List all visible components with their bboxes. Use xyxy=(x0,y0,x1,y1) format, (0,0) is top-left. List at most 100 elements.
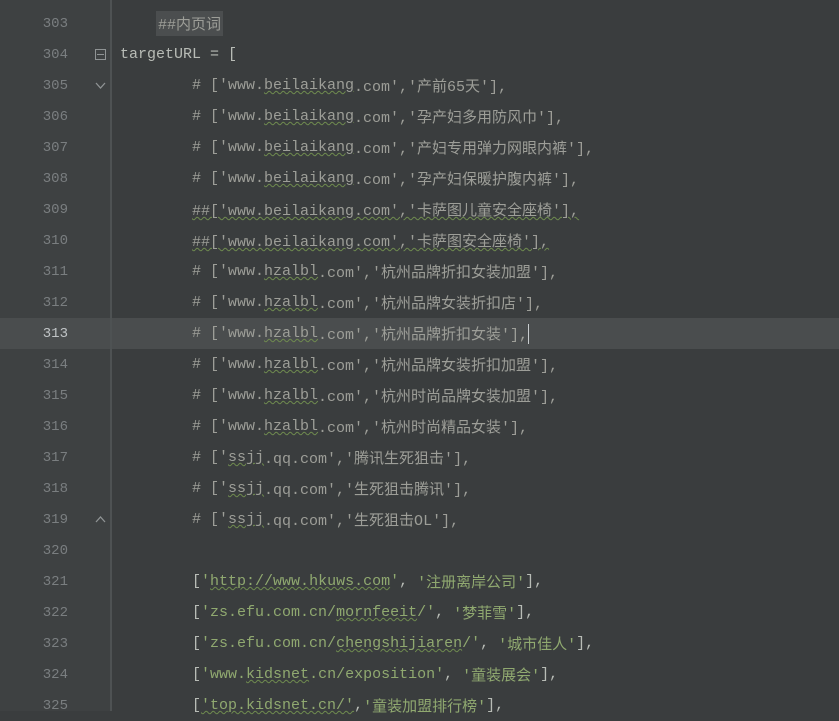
line-number: 309 xyxy=(0,194,110,225)
code-token: hzalbl xyxy=(264,263,318,280)
code-token: [ xyxy=(192,666,201,683)
code-line[interactable]: # ['ssjj.qq.com','生死狙击腾讯'], xyxy=(112,473,839,504)
line-number: 322 xyxy=(0,597,110,628)
code-line[interactable]: # ['www.hzalbl.com','杭州品牌女装折扣店'], xyxy=(112,287,839,318)
text-caret xyxy=(528,324,529,344)
line-number: 312 xyxy=(0,287,110,318)
code-token: beilaikang xyxy=(264,139,354,156)
code-token: ssjj xyxy=(228,449,264,466)
code-line[interactable]: ##内页词 xyxy=(112,8,839,39)
code-token: beilaikang xyxy=(264,77,354,94)
code-token: .com','杭州品牌女装折扣店'], xyxy=(318,292,543,313)
code-token: /' xyxy=(417,604,435,621)
code-token: # [' xyxy=(192,511,228,528)
code-line[interactable]: # ['www.beilaikang.com','孕产妇保暖护腹内裤'], xyxy=(112,163,839,194)
code-token: kidsnet xyxy=(246,666,309,683)
code-line[interactable]: # ['www.beilaikang.com','孕产妇多用防风巾'], xyxy=(112,101,839,132)
code-token: ], xyxy=(540,666,558,683)
code-line[interactable]: # ['ssjj.qq.com','腾讯生死狙击'], xyxy=(112,442,839,473)
fold-collapse-up-icon[interactable] xyxy=(94,513,107,526)
code-token: , xyxy=(480,635,498,652)
line-number: 310 xyxy=(0,225,110,256)
code-token: hzalbl xyxy=(264,387,318,404)
code-token: .qq.com','生死狙击腾讯'], xyxy=(264,478,471,499)
code-token: targetURL xyxy=(120,46,210,63)
code-token: , xyxy=(354,697,363,714)
code-editor[interactable]: 3033043053063073083093103113123133143153… xyxy=(0,0,839,711)
code-line[interactable]: ##['www.beilaikang.com','卡萨图儿童安全座椅'], xyxy=(112,194,839,225)
code-token: , xyxy=(435,604,453,621)
code-token: , xyxy=(399,573,417,590)
code-token: '城市佳人' xyxy=(498,633,576,654)
line-number: 311 xyxy=(0,256,110,287)
fold-expand-down-icon[interactable] xyxy=(94,79,107,92)
code-line[interactable]: # ['www.hzalbl.com','杭州时尚精品女装'], xyxy=(112,411,839,442)
code-line[interactable]: # ['www.hzalbl.com','杭州品牌折扣女装'], xyxy=(112,318,839,349)
code-token: .com','杭州时尚精品女装'], xyxy=(318,416,528,437)
code-token: [ xyxy=(192,573,201,590)
code-line[interactable]: # ['www.hzalbl.com','杭州品牌女装折扣加盟'], xyxy=(112,349,839,380)
code-token: ##['www.beilaikang.com','卡萨图儿童安全座椅'], xyxy=(192,199,579,220)
code-line[interactable]: # ['www.beilaikang.com','产前65天'], xyxy=(112,70,839,101)
code-token: '注册离岸公司' xyxy=(417,571,525,592)
code-token: http://www.hkuws.com xyxy=(210,573,390,590)
code-token: .com','产妇专用弹力网眼内裤'], xyxy=(354,137,594,158)
code-line[interactable]: # ['ssjj.qq.com','生死狙击OL'], xyxy=(112,504,839,535)
line-number: 303 xyxy=(0,8,110,39)
code-token: ##['www.beilaikang.com','卡萨图安全座椅'], xyxy=(192,230,549,251)
code-token: # ['www. xyxy=(192,294,264,311)
code-token: 'zs.efu.com.cn/ xyxy=(201,635,336,652)
code-token: = xyxy=(210,46,228,63)
code-token: # ['www. xyxy=(192,263,264,280)
code-token: # ['www. xyxy=(192,325,264,342)
code-token: # ['www. xyxy=(192,77,264,94)
line-number: 316 xyxy=(0,411,110,442)
code-token: .qq.com','生死狙击OL'], xyxy=(264,509,459,530)
code-line[interactable]: ['zs.efu.com.cn/mornfeeit/', '梦菲雪'], xyxy=(112,597,839,628)
code-token: [ xyxy=(192,635,201,652)
code-token: 'www. xyxy=(201,666,246,683)
line-number: 325 xyxy=(0,690,110,721)
line-number: 314 xyxy=(0,349,110,380)
code-token: [ xyxy=(192,604,201,621)
code-line[interactable]: ['http://www.hkuws.com', '注册离岸公司'], xyxy=(112,566,839,597)
line-number: 317 xyxy=(0,442,110,473)
code-token: .com','杭州时尚品牌女装加盟'], xyxy=(318,385,558,406)
code-token: hzalbl xyxy=(264,356,318,373)
code-token: # ['www. xyxy=(192,108,264,125)
line-number: 323 xyxy=(0,628,110,659)
line-number: 307 xyxy=(0,132,110,163)
line-number: 324 xyxy=(0,659,110,690)
code-line[interactable]: ['top.kidsnet.cn/','童装加盟排行榜'], xyxy=(112,690,839,721)
line-number: 319 xyxy=(0,504,110,535)
code-line[interactable]: # ['www.beilaikang.com','产妇专用弹力网眼内裤'], xyxy=(112,132,839,163)
code-token: .com','杭州品牌折扣女装'], xyxy=(318,323,528,344)
code-token: # ['www. xyxy=(192,418,264,435)
code-line[interactable]: # ['www.hzalbl.com','杭州品牌折扣女装加盟'], xyxy=(112,256,839,287)
code-token: ], xyxy=(486,697,504,714)
code-line[interactable] xyxy=(112,535,839,566)
code-token: 'top.kidsnet.cn/' xyxy=(201,697,354,714)
code-token: beilaikang xyxy=(264,170,354,187)
code-line[interactable]: ['zs.efu.com.cn/chengshijiaren/', '城市佳人'… xyxy=(112,628,839,659)
code-token: .com','产前65天'], xyxy=(354,75,507,96)
line-number: 306 xyxy=(0,101,110,132)
code-line[interactable]: ##['www.beilaikang.com','卡萨图安全座椅'], xyxy=(112,225,839,256)
code-token: /' xyxy=(462,635,480,652)
code-line[interactable]: targetURL = [ xyxy=(112,39,839,70)
code-token: , xyxy=(444,666,462,683)
code-area[interactable]: ##内页词targetURL = [ # ['www.beilaikang.co… xyxy=(112,0,839,711)
code-token: '童装展会' xyxy=(462,664,540,685)
line-number: 313 xyxy=(0,318,110,349)
code-token: # ['www. xyxy=(192,170,264,187)
code-line[interactable]: ['www.kidsnet.cn/exposition', '童装展会'], xyxy=(112,659,839,690)
code-token: .com','孕产妇保暖护腹内裤'], xyxy=(354,168,579,189)
code-token: hzalbl xyxy=(264,418,318,435)
code-token: hzalbl xyxy=(264,294,318,311)
code-token: ##内页词 xyxy=(156,11,223,36)
fold-minus-icon[interactable] xyxy=(94,48,107,61)
code-line[interactable]: # ['www.hzalbl.com','杭州时尚品牌女装加盟'], xyxy=(112,380,839,411)
code-token: .cn/exposition' xyxy=(309,666,444,683)
code-token: # ['www. xyxy=(192,387,264,404)
code-token: # [' xyxy=(192,449,228,466)
